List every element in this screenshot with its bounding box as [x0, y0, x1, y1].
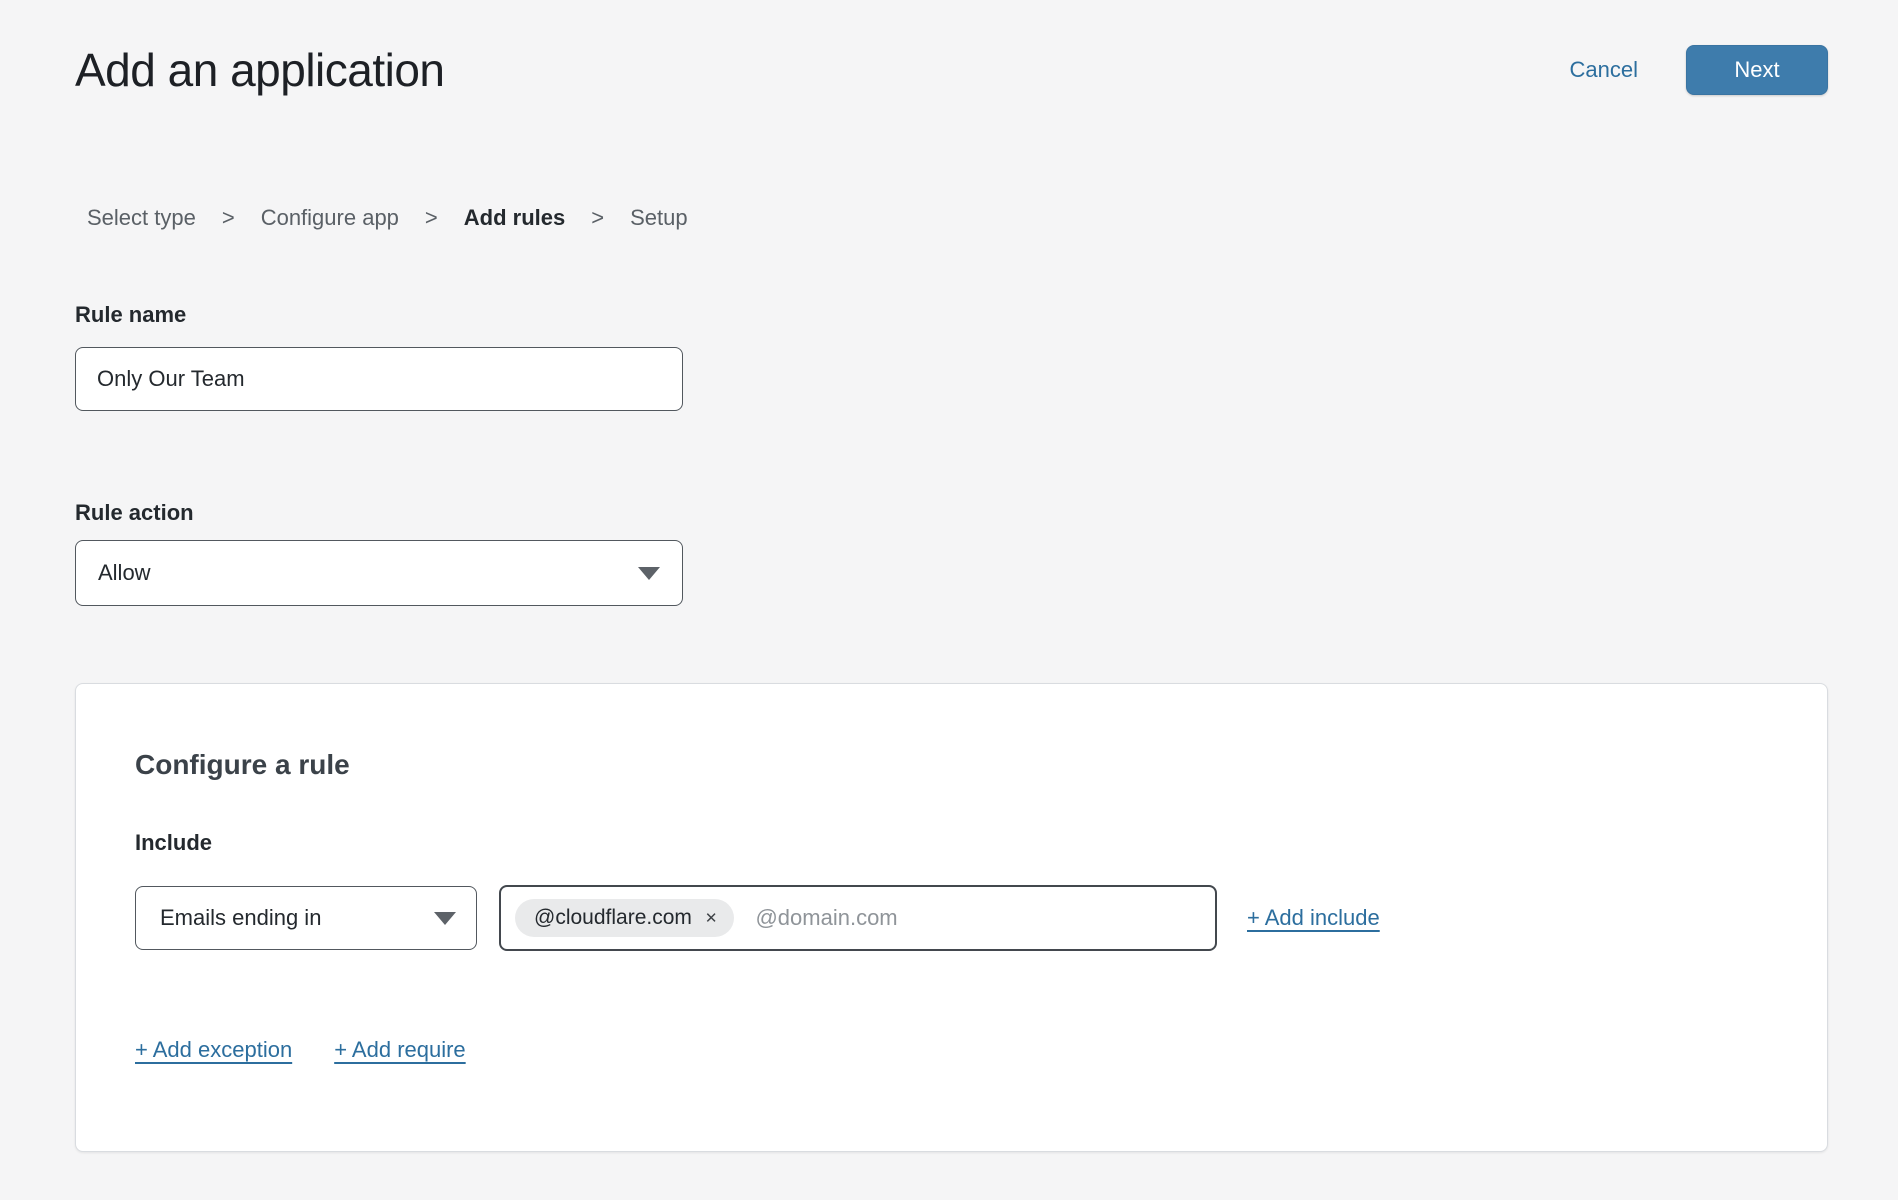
include-selector-select[interactable]: Emails ending in: [135, 886, 477, 950]
rule-extra-links: + Add exception + Add require: [135, 1035, 1767, 1065]
page-title: Add an application: [75, 44, 445, 96]
include-rule-row: Emails ending in @cloudflare.com ✕ + Add…: [135, 885, 1767, 951]
remove-chip-icon[interactable]: ✕: [705, 911, 718, 926]
chevron-down-icon: [434, 912, 456, 925]
breadcrumb-separator: >: [222, 203, 235, 233]
email-domain-chip: @cloudflare.com ✕: [515, 899, 734, 937]
breadcrumb-step-select-type[interactable]: Select type: [87, 203, 196, 233]
configure-rule-card: Configure a rule Include Emails ending i…: [75, 683, 1828, 1152]
breadcrumb-step-add-rules: Add rules: [464, 203, 565, 233]
domain-entry-input[interactable]: [755, 905, 1201, 931]
rule-action-label: Rule action: [75, 498, 1828, 528]
email-domain-chip-text: @cloudflare.com: [534, 906, 692, 930]
breadcrumb: Select type > Configure app > Add rules …: [87, 203, 1828, 233]
configure-rule-title: Configure a rule: [135, 747, 1767, 783]
breadcrumb-step-setup[interactable]: Setup: [630, 203, 688, 233]
breadcrumb-separator: >: [425, 203, 438, 233]
rule-action-select[interactable]: Allow: [75, 540, 683, 606]
breadcrumb-step-configure-app[interactable]: Configure app: [261, 203, 399, 233]
rule-name-input[interactable]: [75, 347, 683, 411]
breadcrumb-separator: >: [591, 203, 604, 233]
rule-name-label: Rule name: [75, 300, 1828, 330]
page-header: Add an application Cancel Next: [75, 44, 1828, 96]
add-require-link[interactable]: + Add require: [334, 1035, 465, 1065]
include-values-input[interactable]: @cloudflare.com ✕: [499, 885, 1217, 951]
add-application-page: Add an application Cancel Next Select ty…: [0, 0, 1898, 1200]
include-selector-value: Emails ending in: [160, 905, 321, 931]
next-button[interactable]: Next: [1686, 45, 1828, 95]
include-label: Include: [135, 828, 1767, 858]
header-actions: Cancel Next: [1570, 45, 1828, 95]
add-include-link[interactable]: + Add include: [1247, 903, 1380, 933]
chevron-down-icon: [638, 567, 660, 580]
add-exception-link[interactable]: + Add exception: [135, 1035, 292, 1065]
cancel-button[interactable]: Cancel: [1570, 56, 1638, 84]
rule-action-selected-value: Allow: [98, 560, 151, 586]
